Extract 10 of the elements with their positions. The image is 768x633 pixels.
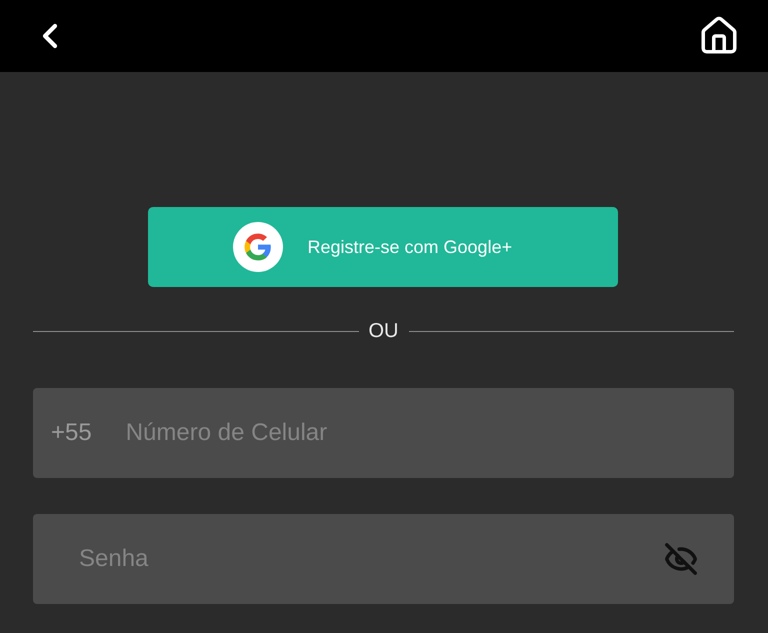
eye-slash-icon <box>664 542 698 576</box>
password-field[interactable]: Senha <box>33 514 734 604</box>
divider-label: OU <box>368 320 398 343</box>
phone-field[interactable]: +55 Número de Celular <box>33 388 734 478</box>
country-code: +55 <box>51 419 92 447</box>
google-logo-icon <box>232 222 282 272</box>
phone-input[interactable]: Número de Celular <box>124 418 698 448</box>
google-signup-button[interactable]: Registre-se com Google+ <box>148 207 618 287</box>
password-input[interactable]: Senha <box>77 544 632 574</box>
password-toggle-button[interactable] <box>664 542 698 576</box>
